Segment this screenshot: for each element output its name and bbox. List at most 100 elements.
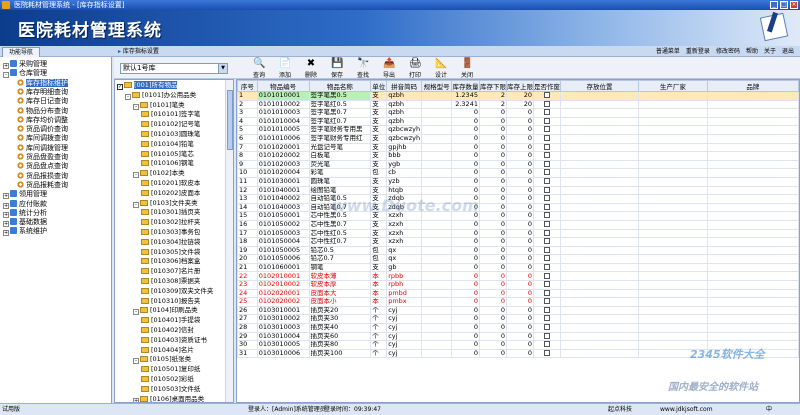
table-cell[interactable] [532,91,561,101]
void-checkbox[interactable] [543,178,550,184]
table-cell[interactable] [532,331,561,342]
table-row[interactable]: 2 0101010002 签字笔红0.5 支 qzbh 2.3241 2 20 [237,99,799,110]
category-node[interactable]: - [0102]本类 [133,169,185,179]
expand-icon[interactable]: + [3,202,9,209]
void-checkbox[interactable] [543,144,550,150]
table-row[interactable]: 26 0103010001 插页夹20 个 cyj 0 0 0 [237,305,799,316]
category-node[interactable]: [010306]档案盒 [141,257,200,266]
category-node[interactable]: [010402]信封 [141,326,194,335]
table-row[interactable]: 4 0101010004 签字笔红0.7 支 qzbh 0 0 0 [237,116,799,127]
table-cell[interactable] [532,228,561,239]
sidebar-item[interactable]: 库存指标维护 [17,78,68,88]
table-cell[interactable] [532,288,561,299]
sidebar-item[interactable]: + 基础数据 [3,218,47,228]
collapse-icon[interactable]: - [133,358,139,365]
table-cell[interactable] [532,99,561,110]
table-row[interactable]: 22 0102010001 软皮本薄本 rpbb 0 0 0 [237,271,799,282]
category-node[interactable]: - [0104]印刷品类 [133,306,198,316]
sidebar-item[interactable]: 库存日记查询 [17,97,68,106]
category-node[interactable]: [010401]手提袋 [141,316,200,325]
table-row[interactable]: 14 0101040003 自动铅笔0.7 支 zdqb 0 0 0 [237,202,799,213]
category-node[interactable]: [010102]记号笔 [141,120,200,129]
toolbar-button[interactable]: 📄 添加 [274,58,296,80]
minimize-button[interactable]: _ [770,1,778,9]
table-row[interactable]: 23 0102010002 软皮本厚本 rpbh 0 0 0 [237,280,799,290]
warehouse-select[interactable]: 默认1号库 ▼ [120,63,228,74]
table-cell[interactable] [532,348,561,359]
category-node[interactable]: [010308]票据夹 [141,277,200,286]
void-checkbox[interactable] [543,92,550,99]
expand-icon[interactable]: + [3,63,9,69]
top-link[interactable]: 帮助 [746,47,758,56]
void-checkbox[interactable] [543,161,550,167]
void-checkbox[interactable] [543,204,550,210]
checkbox-icon[interactable]: ✓ [117,84,123,90]
table-cell[interactable] [532,262,561,273]
table-row[interactable]: 12 0101040001 绘图铅笔支 htqb 0 0 0 [237,185,799,196]
sidebar-item[interactable]: + 系统维护 [3,227,47,237]
collapse-icon[interactable]: - [3,72,9,79]
sidebar-item[interactable]: + 领用管理 [3,190,47,200]
category-node[interactable]: [010105]笔芯 [141,150,194,159]
toolbar-button[interactable]: 📐 设计 [430,58,452,80]
category-node[interactable]: [010301]插页夹 [141,208,200,217]
table-cell[interactable] [532,314,561,325]
table-row[interactable]: 19 0101050005 铅芯0.5 包 qx 0 0 0 [237,245,799,256]
void-checkbox[interactable] [543,264,550,270]
table-row[interactable]: 13 0101040002 自动铅笔0.5 支 zdqb 0 0 0 [237,194,799,204]
top-link[interactable]: 退出 [782,47,794,56]
maximize-button[interactable]: □ [780,1,788,9]
sidebar-item[interactable]: + 采购管理 [3,60,47,69]
table-cell[interactable] [532,202,561,213]
table-row[interactable]: 20 0101050006 铅芯0.7 包 qx 0 0 0 [237,254,799,264]
collapse-icon[interactable]: - [133,172,139,179]
void-checkbox[interactable] [543,221,550,227]
table-row[interactable]: 18 0101050004 芯中性红0.7 支 xzxh 0 0 0 [237,237,799,247]
top-link[interactable]: 普通菜单 [656,47,680,56]
expand-icon[interactable]: + [3,211,9,218]
void-checkbox[interactable] [543,238,550,245]
void-checkbox[interactable] [543,109,550,116]
category-node[interactable]: [010307]名片册 [141,267,200,276]
table-row[interactable]: 8 0101020002 白板笔支 bbb 0 0 0 [237,151,799,161]
toolbar-button[interactable]: 📤 导出 [378,58,400,80]
table-cell[interactable] [532,237,561,247]
collapse-icon[interactable]: - [133,309,139,316]
table-cell[interactable] [532,168,561,178]
void-checkbox[interactable] [543,169,550,176]
void-checkbox[interactable] [543,126,550,133]
void-checkbox[interactable] [543,341,550,348]
sidebar-item[interactable]: 货品盘盈查询 [17,153,68,162]
top-link[interactable]: 关于 [764,47,776,56]
void-checkbox[interactable] [543,290,550,296]
void-checkbox[interactable] [543,186,550,193]
table-row[interactable]: 9 0101020003 荧光笔支 ygb 0 0 0 [237,159,799,170]
column-header[interactable]: 物品名称 [308,80,372,92]
category-node[interactable]: [010305]文件袋 [141,248,200,257]
void-checkbox[interactable] [543,324,550,331]
table-cell[interactable] [532,305,561,316]
table-row[interactable]: 17 0101050003 芯中性红0.5 支 xzxh 0 0 0 [237,228,799,239]
table-row[interactable]: 10 0101020004 彩笔包 cb 0 0 0 [237,168,799,178]
table-row[interactable]: 15 0101050001 芯中性黑0.5 支 xzxh 0 0 0 [237,211,799,221]
void-checkbox[interactable] [543,247,550,253]
table-cell[interactable] [532,116,561,127]
category-node[interactable]: ✓ [001]所有物品 [117,81,178,90]
column-header[interactable]: 存放位置 [559,80,640,92]
table-cell[interactable] [532,323,561,333]
table-cell[interactable] [532,194,561,204]
expand-icon[interactable]: + [3,193,9,200]
void-checkbox[interactable] [543,118,550,124]
table-row[interactable]: 5 0101010005 签字笔财务专用黑支 qzbcwzyh 0 0 0 [237,125,799,135]
sidebar-item[interactable]: 货品盘点查询 [17,162,68,171]
sidebar-item[interactable]: 库间调拨管理 [17,143,68,153]
table-cell[interactable] [532,245,561,256]
toolbar-button[interactable]: 💾 保存 [326,58,348,80]
void-checkbox[interactable] [543,281,550,288]
toolbar-button[interactable]: 🔍 查询 [248,58,270,80]
close-button[interactable]: × [790,1,798,9]
column-header[interactable]: 拼音简码 [386,80,423,92]
category-node[interactable]: [010106]钢笔 [141,159,194,168]
category-node[interactable]: [010503]文件纸 [141,385,200,394]
collapse-icon[interactable]: - [133,201,139,208]
